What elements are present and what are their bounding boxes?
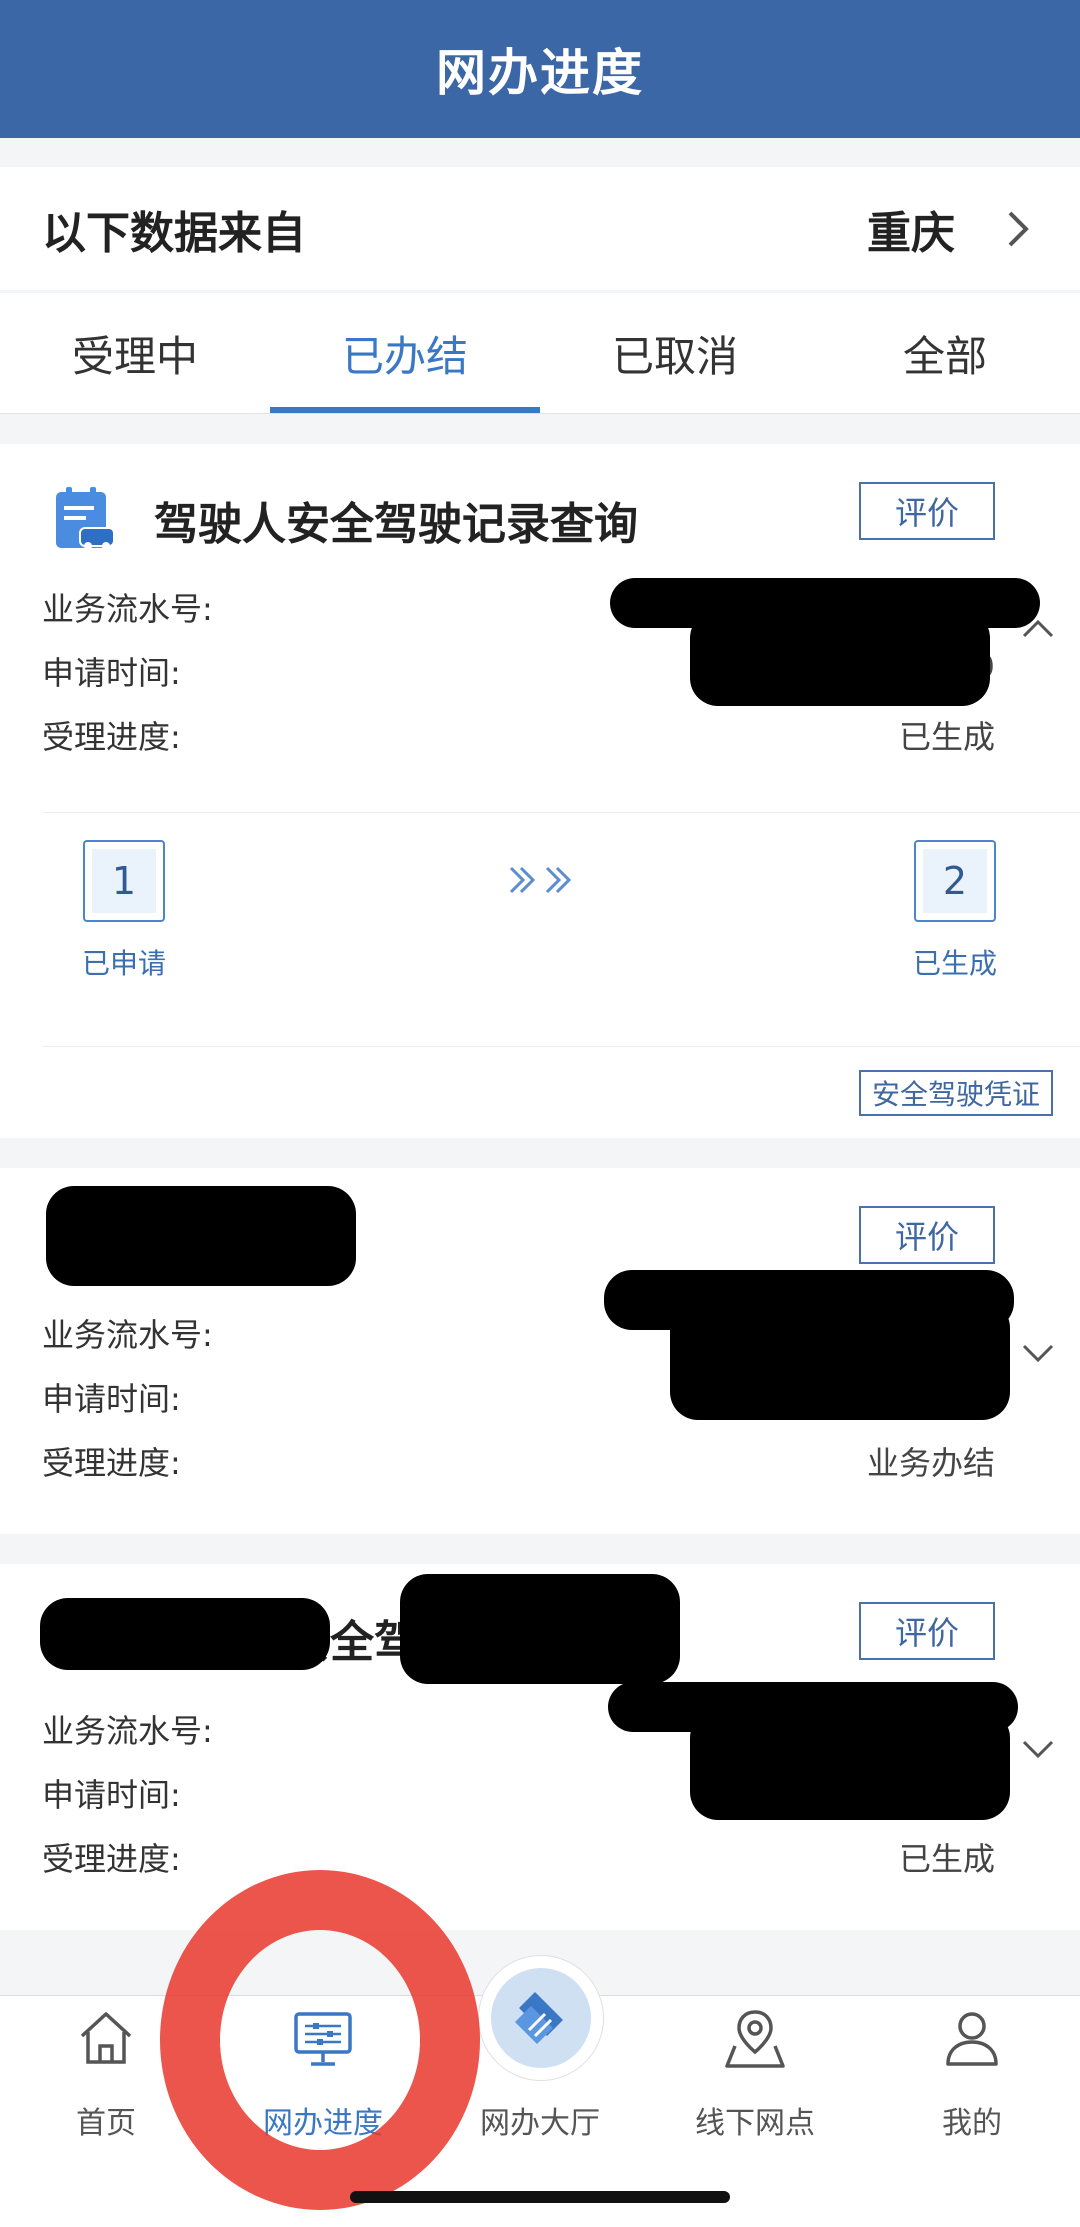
progress-value: 已生成 [898, 1840, 995, 1878]
progress-label: 受理进度: [42, 1840, 181, 1878]
serial-number-label: 业务流水号: [42, 590, 213, 628]
rate-button[interactable]: 评价 [859, 482, 995, 540]
safe-driving-voucher-button[interactable]: 安全驾驶凭证 [859, 1070, 1053, 1116]
redaction-mark [690, 610, 990, 706]
user-icon [946, 2012, 998, 2066]
location-pin-icon [725, 2010, 785, 2068]
home-icon [80, 2012, 132, 2064]
card-title: 驾驶人安全驾驶记录查询 [154, 499, 638, 550]
page-header: 网办进度 [0, 0, 1080, 138]
step-1-label: 已申请 [81, 947, 166, 980]
tab-all[interactable]: 全部 [810, 293, 1080, 413]
nav-online-progress[interactable]: 网办进度 [243, 2006, 403, 2141]
redaction-mark [400, 1574, 680, 1684]
online-hall-hub-button[interactable] [478, 1955, 604, 2081]
rate-button[interactable]: 评价 [859, 1206, 995, 1264]
data-source-city[interactable]: 重庆 [867, 197, 955, 261]
apply-time-label: 申请时间: [42, 1776, 181, 1814]
nav-home[interactable]: 首页 [26, 2006, 186, 2141]
data-source-bar[interactable]: 以下数据来自 重庆 [0, 167, 1080, 290]
serial-number-label: 业务流水号: [42, 1712, 213, 1750]
rate-button[interactable]: 评价 [859, 1602, 995, 1660]
driving-record-icon [56, 487, 115, 550]
progress-value: 业务办结 [866, 1444, 995, 1482]
redaction-mark [46, 1186, 356, 1286]
chevron-down-icon[interactable] [1018, 1332, 1058, 1372]
active-tab-indicator [270, 407, 540, 413]
home-indicator [350, 2191, 730, 2203]
chevron-right-icon[interactable] [998, 209, 1038, 249]
step-1-box: 1 [83, 840, 165, 922]
step-2-label: 已生成 [912, 947, 997, 980]
card-divider [42, 812, 1080, 813]
nav-mine[interactable]: 我的 [892, 2006, 1052, 2141]
tab-processing[interactable]: 受理中 [0, 293, 270, 413]
apply-time-label: 申请时间: [42, 654, 181, 692]
nav-offline-outlets[interactable]: 线下网点 [675, 2006, 835, 2141]
application-card: 驾驶人安全驾驶记录查询 评价 业务流水号: 申请时间: 49 受理进度: 已生成… [0, 444, 1080, 1138]
serial-number-label: 业务流水号: [42, 1316, 213, 1354]
tab-cancelled[interactable]: 已取消 [540, 293, 810, 413]
progress-label: 受理进度: [42, 718, 181, 756]
double-chevron-right-icon [509, 866, 572, 894]
step-2-box: 2 [914, 840, 996, 922]
monitor-icon [294, 2012, 352, 2066]
chevron-down-icon[interactable] [1018, 1728, 1058, 1768]
apply-time-label: 申请时间: [42, 1380, 181, 1418]
tab-completed[interactable]: 已办结 [270, 293, 540, 413]
data-source-label: 以下数据来自 [42, 207, 306, 259]
progress-value: 已生成 [898, 718, 995, 756]
page-title: 网办进度 [436, 44, 644, 102]
card-divider [42, 1046, 1080, 1047]
handshake-icon [515, 1992, 563, 2044]
redaction-mark [40, 1598, 330, 1670]
redaction-mark [670, 1300, 1010, 1420]
progress-label: 受理进度: [42, 1444, 181, 1482]
status-tabs: 受理中 已办结 已取消 全部 [0, 293, 1080, 414]
redaction-mark [690, 1710, 1010, 1820]
